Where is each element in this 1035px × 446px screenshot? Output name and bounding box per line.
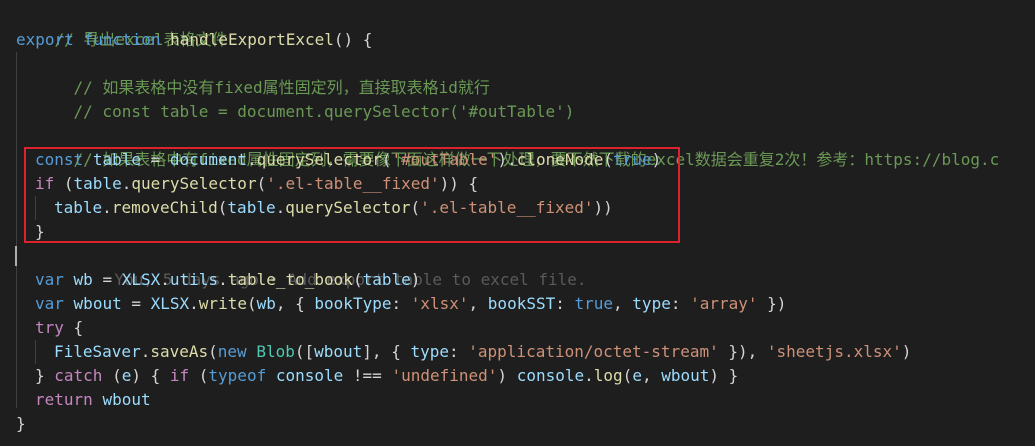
variable: utils [169, 270, 219, 289]
code-line: // 导出excel表格文件 [16, 4, 1035, 49]
variable: console [516, 366, 585, 385]
punctuation: : [670, 294, 691, 313]
variable: wbout [314, 342, 363, 361]
variable: e [121, 366, 132, 385]
keyword: if [169, 366, 190, 385]
punctuation: ( [246, 294, 257, 313]
punctuation: , { [275, 294, 315, 313]
text-cursor [15, 246, 17, 266]
punctuation: () { [333, 30, 373, 49]
code-line: // 如果表格中有fixed属性固定列，需要像下面这样做一下处理，要不然下载的e… [35, 124, 1035, 169]
keyword: var [35, 294, 64, 313]
variable: FileSaver [54, 342, 141, 361]
punctuation: ) [901, 342, 912, 361]
indent-guide-nested [35, 340, 36, 364]
variable: wb [73, 270, 93, 289]
keyword: true [574, 294, 614, 313]
method-name: table_to_book [227, 270, 353, 289]
punctuation: ) { [131, 366, 170, 385]
string-literal: 'application/octet-stream' [468, 342, 719, 361]
punctuation: , [641, 366, 662, 385]
variable: wbout [102, 390, 151, 409]
punctuation: ( [352, 270, 363, 289]
punctuation: ) } [709, 366, 739, 385]
string-literal: 'sheetjs.xlsx' [766, 342, 902, 361]
punctuation: : [391, 294, 411, 313]
keyword: catch [54, 366, 103, 385]
property: type [632, 294, 671, 313]
variable: XLSX [121, 270, 161, 289]
punctuation: : [555, 294, 575, 313]
code-line: } catch (e) { if (typeof console !== 'un… [35, 364, 1035, 388]
punctuation: . [584, 366, 594, 385]
keyword: new [217, 342, 247, 361]
property: type [410, 342, 449, 361]
keyword: typeof [208, 366, 267, 385]
punctuation: , [468, 294, 488, 313]
keyword: function [83, 30, 161, 49]
comment: // const table = document.querySelector(… [73, 102, 575, 121]
variable: wbout [73, 294, 122, 313]
keyword: var [35, 270, 64, 289]
operator: !== [343, 366, 392, 385]
function-name: handleExportExcel [170, 30, 334, 49]
punctuation: ( [189, 366, 209, 385]
punctuation: } [16, 414, 26, 433]
variable: wbout [661, 366, 710, 385]
variable: console [275, 366, 344, 385]
keyword: export [16, 30, 74, 49]
punctuation: ( [102, 366, 122, 385]
code-line: export function handleExportExcel() { [16, 28, 1035, 52]
git-blame-annotation: You, 5 days ago • Add export table to ex… [76, 244, 1035, 289]
punctuation: . [218, 270, 228, 289]
property: bookType [314, 294, 392, 313]
variable: XLSX [150, 294, 190, 313]
string-literal: 'undefined' [391, 366, 498, 385]
punctuation: , [613, 294, 633, 313]
code-line: return wbout [35, 388, 1035, 412]
method-name: write [198, 294, 247, 313]
variable: table [362, 270, 411, 289]
punctuation: : [449, 342, 469, 361]
punctuation: . [189, 294, 199, 313]
punctuation: { [63, 318, 84, 337]
punctuation: ) [497, 366, 517, 385]
code-line: try { [35, 316, 1035, 340]
punctuation: . [140, 342, 151, 361]
punctuation: }), [718, 342, 767, 361]
code-line: var wb = XLSX.utils.table_to_book(table) [35, 268, 1035, 292]
code-line: // const table = document.querySelector(… [35, 76, 1035, 121]
string-literal: 'array' [690, 294, 758, 313]
highlight-box [24, 147, 680, 243]
punctuation: ( [622, 366, 633, 385]
code-line: var wbout = XLSX.write(wb, { bookType: '… [35, 292, 1035, 316]
variable: wb [256, 294, 276, 313]
punctuation: ( [208, 342, 218, 361]
code-line: // 如果表格中没有fixed属性固定列，直接取表格id就行 [35, 52, 1035, 97]
method-name: saveAs [150, 342, 209, 361]
operator: = [92, 270, 122, 289]
class-name: Blob [256, 342, 295, 361]
keyword: return [35, 390, 93, 409]
property: bookSST [487, 294, 556, 313]
method-name: log [593, 366, 623, 385]
punctuation: ([ [294, 342, 315, 361]
variable: e [632, 366, 642, 385]
code-editor[interactable]: // 导出excel表格文件 export function handleExp… [0, 0, 1035, 446]
keyword: try [35, 318, 64, 337]
string-literal: 'xlsx' [410, 294, 469, 313]
indent-guide [16, 52, 17, 408]
code-line: } [16, 412, 1035, 436]
punctuation: . [160, 270, 170, 289]
punctuation: } [35, 366, 55, 385]
code-line: FileSaver.saveAs(new Blob([wbout], { typ… [54, 340, 1035, 364]
punctuation: }) [757, 294, 787, 313]
operator: = [121, 294, 151, 313]
punctuation: ) [410, 270, 421, 289]
punctuation: ], { [362, 342, 411, 361]
